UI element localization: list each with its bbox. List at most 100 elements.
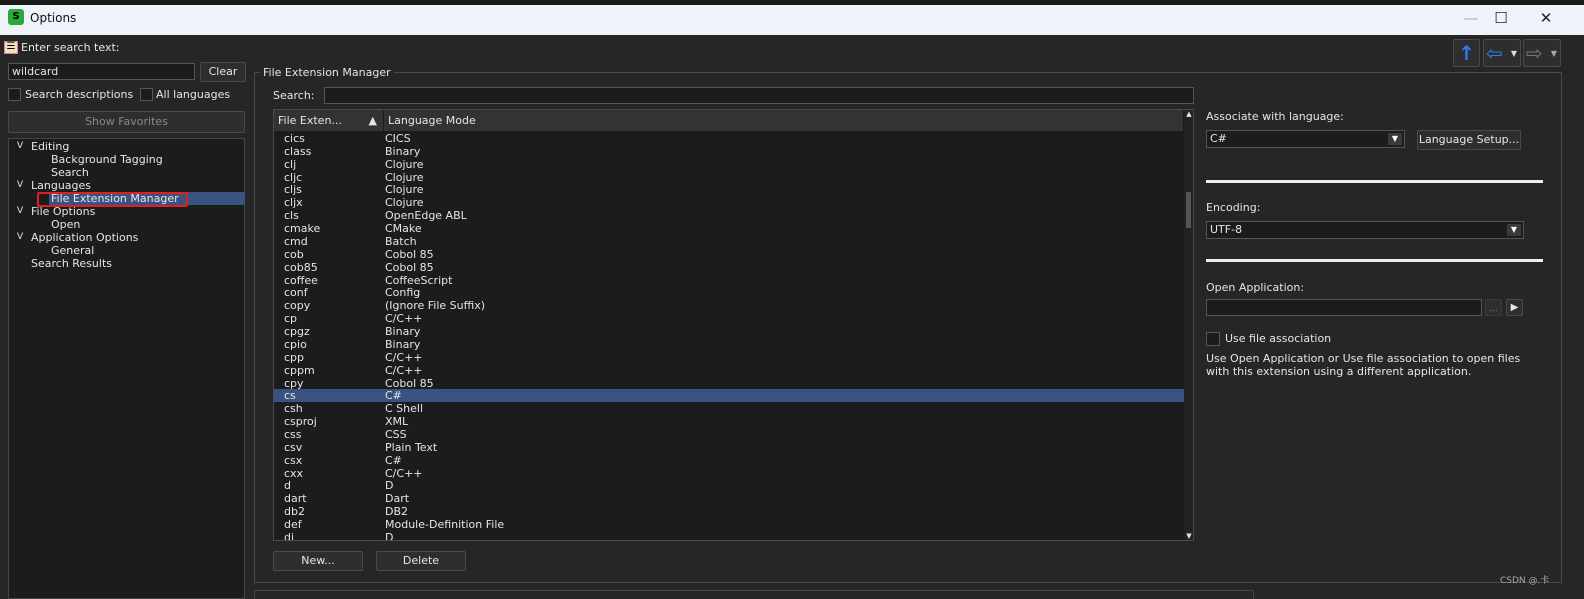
open-application-input[interactable] <box>1206 299 1482 316</box>
scrollbar-thumb[interactable] <box>1186 192 1191 228</box>
table-row[interactable]: copy (Ignore File Suffix) <box>274 299 1184 312</box>
delete-button[interactable]: Delete <box>376 551 466 571</box>
extension-cell: cob <box>284 247 304 261</box>
language-mode-cell: Cobol 85 <box>385 376 434 390</box>
extension-cell: cob85 <box>284 260 318 274</box>
chevron-down-icon[interactable]: V <box>17 231 23 244</box>
language-mode-cell: C/C++ <box>385 466 423 480</box>
tree-item-label: Open <box>51 218 81 231</box>
table-row[interactable]: cob Cobol 85 <box>274 248 1184 261</box>
table-row[interactable]: csh C Shell <box>274 402 1184 415</box>
language-mode-cell: CMake <box>385 222 422 236</box>
table-row[interactable]: csproj XML <box>274 415 1184 428</box>
use-file-association-label: Use file association <box>1225 332 1332 345</box>
extension-cell: cljx <box>284 196 303 210</box>
table-row[interactable]: cljx Clojure <box>274 196 1184 209</box>
show-favorites-button[interactable]: Show Favorites <box>8 111 245 133</box>
table-row[interactable]: di D <box>274 530 1184 541</box>
table-row[interactable]: cpy Cobol 85 <box>274 377 1184 390</box>
table-row[interactable]: cljs Clojure <box>274 183 1184 196</box>
table-row[interactable]: cls OpenEdge ABL <box>274 209 1184 222</box>
table-row[interactable]: cpp C/C++ <box>274 351 1184 364</box>
language-mode-cell: C/C++ <box>385 312 423 326</box>
table-row[interactable]: cmake CMake <box>274 222 1184 235</box>
tree-item-label: Editing <box>31 140 70 153</box>
table-row[interactable]: cp C/C++ <box>274 312 1184 325</box>
language-combo[interactable]: C# ▼ <box>1206 130 1405 148</box>
table-row[interactable]: cppm C/C++ <box>274 364 1184 377</box>
extension-cell: cp <box>284 312 298 326</box>
ext-search-input[interactable] <box>324 87 1194 104</box>
language-mode-cell: Cobol 85 <box>385 260 434 274</box>
search-label: Enter search text: <box>21 41 120 54</box>
window-title: Options <box>30 11 77 25</box>
table-row[interactable]: css CSS <box>274 428 1184 441</box>
search-descriptions-checkbox[interactable] <box>8 88 21 101</box>
scroll-down-icon[interactable]: ▼ <box>1184 532 1193 540</box>
chevron-down-icon[interactable]: V <box>17 140 23 153</box>
options-search-input[interactable]: wildcard <box>8 63 195 80</box>
table-row[interactable]: clj Clojure <box>274 158 1184 171</box>
table-row[interactable]: dD <box>274 479 1184 492</box>
close-button[interactable]: ✕ <box>1531 7 1561 29</box>
title-bar: S Options — ☐ ✕ <box>0 0 1584 35</box>
language-mode-cell: Clojure <box>385 196 424 210</box>
table-row[interactable]: class Binary <box>274 145 1184 158</box>
table-row[interactable]: cob85 Cobol 85 <box>274 261 1184 274</box>
table-row[interactable]: conf Config <box>274 286 1184 299</box>
browse-icon[interactable]: ... <box>1485 299 1502 316</box>
up-arrow-icon[interactable]: ↑ <box>1453 39 1480 67</box>
all-languages-label: All languages <box>156 88 231 101</box>
back-arrow-icon: ⇦ <box>1486 41 1503 65</box>
table-row[interactable]: db2 DB2 <box>274 505 1184 518</box>
new-button[interactable]: New... <box>273 551 363 571</box>
forward-arrow-icon: ⇨ <box>1526 41 1543 65</box>
table-row[interactable]: cpgz Binary <box>274 325 1184 338</box>
encoding-combo[interactable]: UTF-8 ▼ <box>1206 221 1524 239</box>
table-row[interactable]: csx C# <box>274 454 1184 467</box>
chevron-down-icon[interactable]: V <box>17 205 23 218</box>
scroll-up-icon[interactable]: ▲ <box>1184 110 1193 118</box>
play-icon[interactable]: ▶ <box>1506 299 1523 316</box>
language-mode-cell: XML <box>385 415 409 429</box>
extension-cell: csx <box>284 453 303 467</box>
chevron-down-icon[interactable]: V <box>17 179 23 192</box>
language-mode-cell: C/C++ <box>385 350 423 364</box>
chevron-down-icon[interactable]: ▼ <box>1551 41 1557 67</box>
table-row[interactable]: dart Dart <box>274 492 1184 505</box>
divider <box>1206 259 1543 262</box>
highlight-box <box>37 192 188 207</box>
extension-cell: cpp <box>284 350 305 364</box>
tree-item-label: Languages <box>31 179 92 192</box>
maximize-button[interactable]: ☐ <box>1486 7 1516 29</box>
extension-cell: db2 <box>284 505 305 519</box>
table-row[interactable]: csv Plain Text <box>274 441 1184 454</box>
chevron-down-icon[interactable]: ▼ <box>1511 41 1517 67</box>
table-row[interactable]: cs C# <box>274 389 1184 403</box>
column-header-language-mode[interactable]: Language Mode <box>384 110 1184 131</box>
language-setup-button[interactable]: Language Setup... <box>1417 130 1521 150</box>
clear-button[interactable]: Clear <box>200 62 246 82</box>
all-languages-checkbox[interactable] <box>140 88 153 101</box>
minimize-button[interactable]: — <box>1456 7 1486 29</box>
table-row[interactable]: cxx C/C++ <box>274 467 1184 480</box>
extension-cell: cls <box>284 209 299 223</box>
table-row[interactable]: cpio Binary <box>274 338 1184 351</box>
options-tree[interactable]: V Editing Background Tagging Search V Languag… <box>8 138 245 599</box>
table-scrollbar[interactable]: ▲ ▼ <box>1184 110 1193 540</box>
help-text: Use Open Application or Use file associa… <box>1206 352 1521 378</box>
extension-cell: di <box>284 530 295 541</box>
table-row[interactable]: cics CICS <box>274 132 1184 145</box>
table-row[interactable]: cmd Batch <box>274 235 1184 248</box>
table-row[interactable]: def Module-Definition File <box>274 518 1184 531</box>
language-mode-cell: Module-Definition File <box>385 518 505 532</box>
forward-button[interactable]: ⇨ ▼ <box>1523 39 1561 67</box>
use-file-association-checkbox[interactable] <box>1206 332 1220 346</box>
sort-ascending-icon: ▲ <box>368 114 377 127</box>
table-row[interactable]: cljc Clojure <box>274 171 1184 184</box>
column-header-extension[interactable]: File Exten... ▲ <box>274 110 384 131</box>
back-button[interactable]: ⇦ ▼ <box>1483 39 1521 67</box>
extension-table[interactable]: File Exten... ▲ Language Mode cics CICS cla… <box>273 109 1194 541</box>
table-row[interactable]: coffee CoffeeScript <box>274 274 1184 287</box>
collapse-icon[interactable]: ☰ <box>4 41 18 54</box>
